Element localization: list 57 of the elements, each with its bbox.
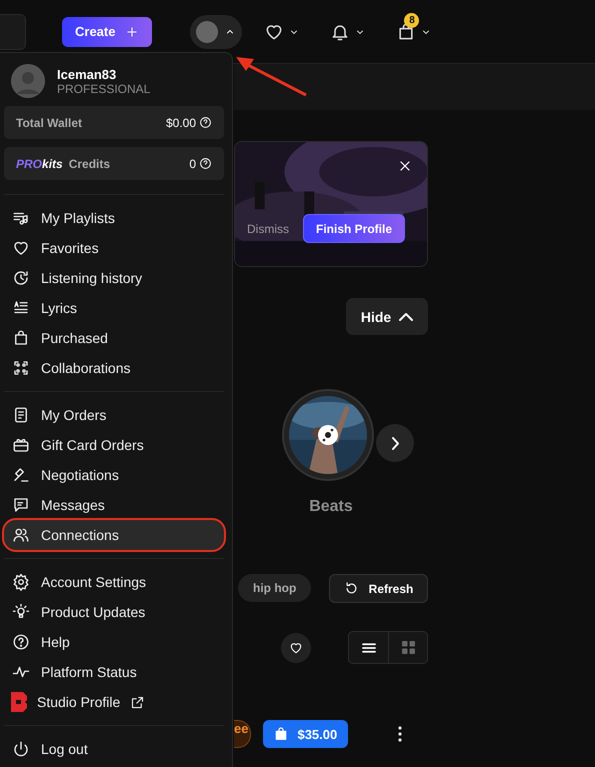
cart-button[interactable]: 8: [396, 12, 432, 42]
wallet-label: Total Wallet: [16, 116, 82, 130]
menu-item[interactable]: Account Settings: [4, 567, 224, 597]
price-tag: ee: [234, 720, 252, 748]
user-plan: PROFESSIONAL: [57, 82, 150, 96]
category-label: Beats: [309, 498, 353, 516]
avatar-icon: [11, 64, 45, 98]
menu-item[interactable]: Collaborations: [4, 353, 224, 383]
help-icon: [199, 157, 212, 170]
menu-item[interactable]: Messages: [4, 490, 224, 520]
menu-item[interactable]: Log out: [4, 734, 224, 764]
menu-item[interactable]: Studio Profile: [4, 687, 224, 717]
account-menu-button[interactable]: [190, 14, 242, 48]
chevron-up-icon: [399, 312, 414, 320]
menu-item[interactable]: Purchased: [4, 323, 224, 353]
bag-icon: [273, 726, 290, 742]
hide-button[interactable]: Hide: [346, 298, 428, 335]
menu-item[interactable]: Listening history: [4, 263, 224, 293]
help-icon: [11, 633, 31, 651]
menu-item[interactable]: My Orders: [4, 400, 224, 430]
prokits-logo: PROkits: [16, 156, 63, 170]
dismiss-button[interactable]: Dismiss: [246, 222, 289, 236]
genre-tag[interactable]: hip hop: [238, 574, 312, 602]
cart-count-badge: 8: [404, 12, 420, 28]
menu-item[interactable]: Platform Status: [4, 657, 224, 687]
menu-item[interactable]: Lyrics: [4, 293, 224, 323]
credits-label: Credits: [68, 156, 110, 170]
settings-icon: [11, 573, 31, 591]
next-button[interactable]: [376, 424, 414, 462]
heart-icon: [289, 640, 303, 654]
create-button[interactable]: Create: [62, 16, 152, 46]
menu-item[interactable]: My Playlists: [4, 203, 224, 233]
menu-item[interactable]: Product Updates: [4, 597, 224, 627]
finish-profile-button[interactable]: Finish Profile: [302, 214, 405, 243]
menu-item[interactable]: Help: [4, 627, 224, 657]
user-name: Iceman83: [57, 66, 118, 82]
buy-button[interactable]: $35.00: [263, 720, 348, 748]
menu-item[interactable]: Gift Card Orders: [4, 430, 224, 460]
like-button[interactable]: [281, 632, 311, 662]
menu-item[interactable]: Favorites: [4, 233, 224, 263]
people-icon: [11, 526, 31, 544]
menu-item[interactable]: Connections: [4, 520, 224, 550]
menu-item[interactable]: Negotiations: [4, 460, 224, 490]
search-field[interactable]: [0, 14, 26, 50]
more-icon[interactable]: [398, 726, 402, 742]
plus-icon: [125, 24, 140, 38]
lightbulb-icon: [11, 603, 31, 621]
chevron-right-icon: [392, 436, 398, 450]
studio-logo-icon: [11, 692, 27, 712]
credits-value: 0: [189, 156, 196, 170]
wallet-value: $0.00: [166, 116, 196, 130]
gift-card-icon: [11, 436, 31, 454]
vinyl-icon: [318, 425, 338, 445]
refresh-icon: [344, 581, 359, 596]
grid-icon: [402, 641, 414, 654]
help-icon: [199, 116, 212, 129]
refresh-button[interactable]: Refresh: [329, 574, 428, 603]
